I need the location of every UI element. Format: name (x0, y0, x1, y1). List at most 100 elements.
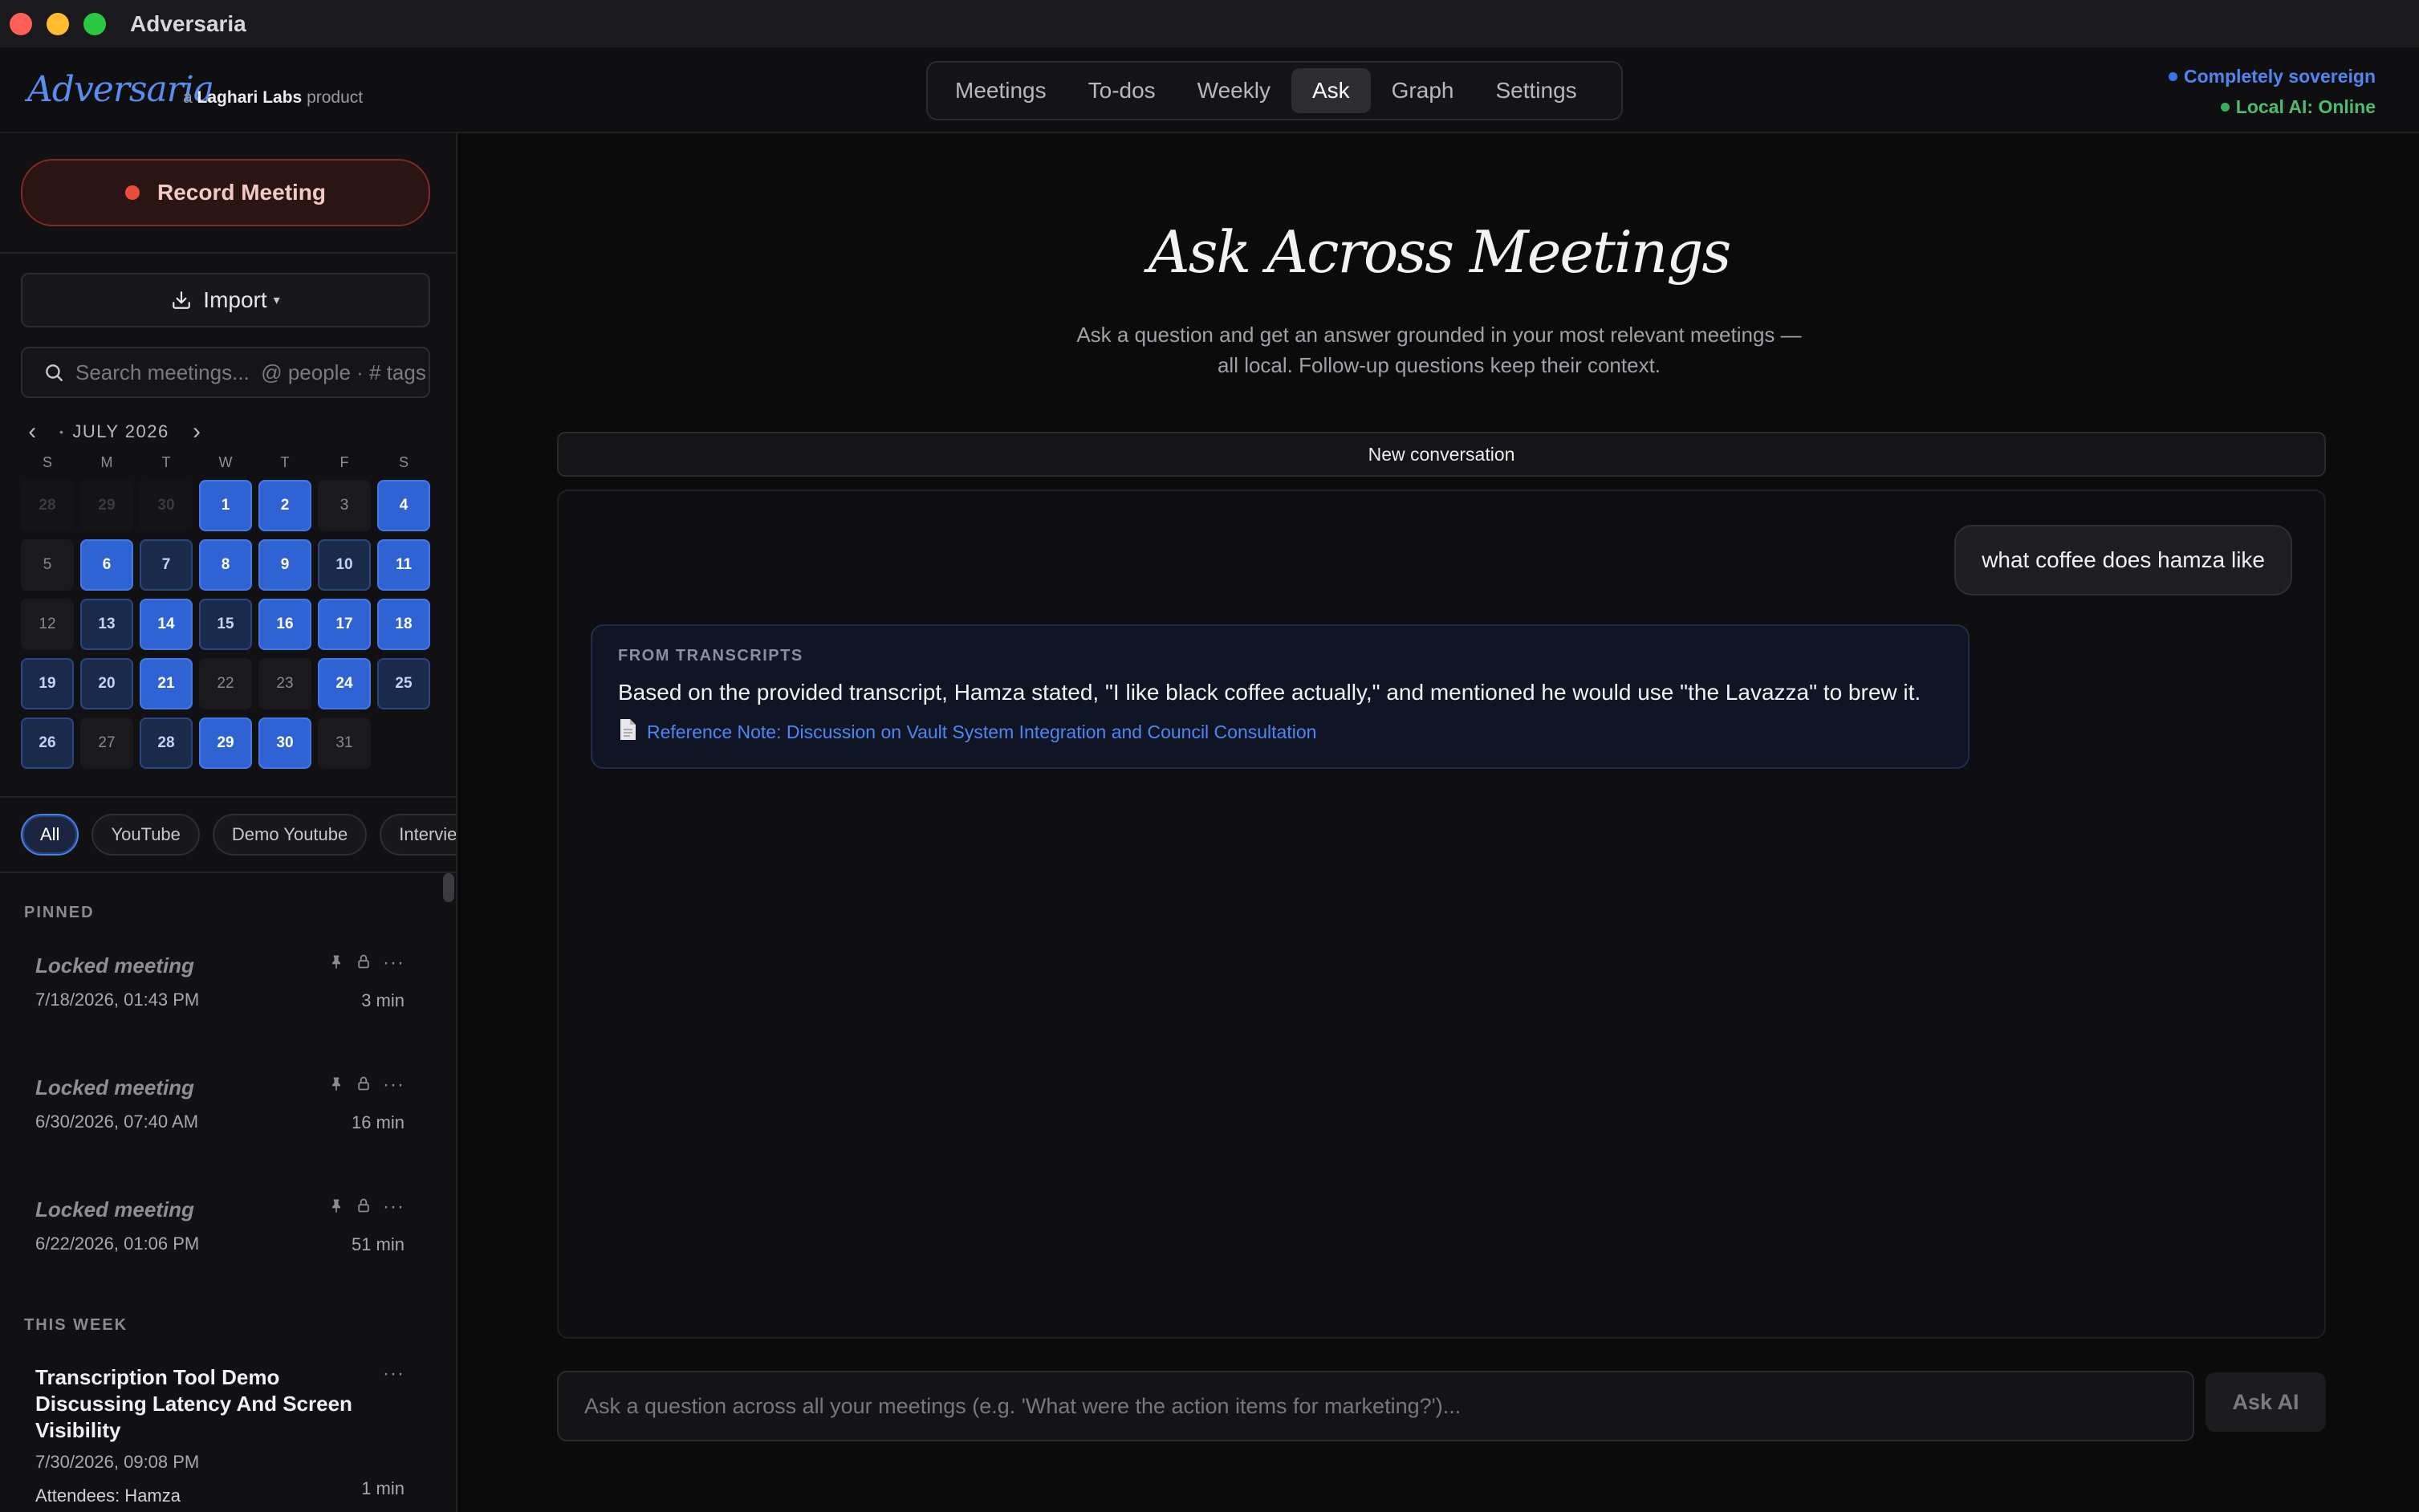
page-subtitle: Ask a question and get an answer grounde… (459, 319, 2419, 380)
search-icon (46, 364, 63, 381)
filter-chip-all[interactable]: All (21, 814, 79, 856)
calendar-day[interactable]: 25 (377, 658, 430, 709)
chevron-right-icon[interactable]: › (185, 418, 209, 445)
record-meeting-label: Record Meeting (157, 180, 327, 205)
calendar-day[interactable]: 10 (318, 539, 371, 591)
calendar-day[interactable]: 9 (258, 539, 311, 591)
calendar-day[interactable]: 16 (258, 599, 311, 650)
list-item[interactable]: Locked meeting ··· 6/30/2026, 07:40 AM 1… (35, 1074, 405, 1132)
document-icon (618, 718, 637, 746)
meeting-duration: 3 min (361, 990, 405, 1010)
user-message-bubble: what coffee does hamza like (1954, 525, 2292, 595)
more-options-icon[interactable]: ··· (383, 1363, 405, 1385)
calendar-day[interactable]: 17 (318, 599, 371, 650)
meeting-actions: ··· (317, 1074, 405, 1096)
weekday-label: F (339, 454, 349, 470)
calendar-day[interactable]: 11 (377, 539, 430, 591)
record-meeting-button[interactable]: Record Meeting (21, 159, 430, 226)
dot-icon: • (59, 425, 65, 438)
calendar-day[interactable]: 31 (318, 717, 371, 769)
status-dot-icon (2168, 72, 2177, 81)
calendar-day[interactable]: 23 (258, 658, 311, 709)
tab-todos[interactable]: To-dos (1067, 68, 1177, 113)
search-input[interactable] (75, 360, 429, 385)
calendar-day[interactable]: 28 (140, 717, 193, 769)
calendar-day[interactable]: 2 (258, 480, 311, 531)
close-window-button[interactable] (10, 13, 32, 35)
calendar-day[interactable]: 6 (80, 539, 133, 591)
calendar-day[interactable]: 20 (80, 658, 133, 709)
reference-link[interactable]: Reference Note: Discussion on Vault Syst… (618, 718, 1942, 746)
meeting-duration: 16 min (351, 1112, 405, 1132)
calendar-day[interactable]: 22 (199, 658, 252, 709)
calendar-day[interactable]: 30 (258, 717, 311, 769)
sovereign-status: Completely sovereign (2168, 66, 2376, 87)
calendar-day[interactable]: 28 (21, 480, 74, 531)
divider (0, 796, 456, 798)
calendar-day[interactable]: 3 (318, 480, 371, 531)
filter-chip-youtube[interactable]: YouTube (91, 814, 200, 856)
pin-icon[interactable] (328, 1197, 344, 1218)
sovereign-status-label: Completely sovereign (2183, 66, 2376, 87)
tab-ask[interactable]: Ask (1291, 68, 1371, 113)
weekday-label: M (100, 454, 113, 470)
calendar-day[interactable]: 1 (199, 480, 252, 531)
ask-question-input[interactable] (557, 1371, 2194, 1441)
tab-graph[interactable]: Graph (1371, 68, 1475, 113)
calendar-day[interactable]: 30 (140, 480, 193, 531)
brand-company: Laghari Labs (197, 88, 303, 107)
brand-tagline: a Laghari Labs product (183, 88, 363, 108)
meeting-duration: 51 min (351, 1234, 405, 1254)
main-nav: Meetings To-dos Weekly Ask Graph Setting… (926, 61, 1623, 120)
meeting-title: Transcription Tool Demo Discussing Laten… (35, 1365, 352, 1442)
ask-panel: Ask Across Meetings Ask a question and g… (459, 133, 2419, 1512)
calendar-day[interactable]: 12 (21, 599, 74, 650)
list-item[interactable]: Locked meeting ··· 6/22/2026, 01:06 PM 5… (35, 1196, 405, 1254)
search-box[interactable] (21, 347, 430, 398)
pinned-section-label: PINNED (24, 904, 95, 921)
more-options-icon[interactable]: ··· (383, 1074, 405, 1096)
tab-settings[interactable]: Settings (1474, 68, 1597, 113)
calendar-day[interactable]: 18 (377, 599, 430, 650)
brand-prefix: a (183, 88, 193, 107)
weekday-label: S (42, 454, 52, 470)
new-conversation-button[interactable]: New conversation (557, 432, 2326, 477)
calendar-day[interactable]: 7 (140, 539, 193, 591)
filter-chips: All YouTube Demo Youtube Interviews (21, 814, 456, 856)
chevron-left-icon[interactable]: ‹ (21, 418, 45, 445)
calendar-day[interactable]: 14 (140, 599, 193, 650)
list-item[interactable]: Transcription Tool Demo Discussing Laten… (35, 1363, 405, 1506)
calendar-day[interactable]: 21 (140, 658, 193, 709)
calendar-day[interactable]: 29 (199, 717, 252, 769)
pin-icon[interactable] (328, 953, 344, 974)
app-header: Adversaria a Laghari Labs product Meetin… (0, 48, 2419, 133)
minimize-window-button[interactable] (47, 13, 69, 35)
calendar-day[interactable]: 8 (199, 539, 252, 591)
calendar-day[interactable]: 27 (80, 717, 133, 769)
weekday-label: S (398, 454, 409, 470)
ask-ai-button[interactable]: Ask AI (2206, 1372, 2326, 1432)
download-icon (173, 291, 191, 309)
calendar-day[interactable]: 4 (377, 480, 430, 531)
more-options-icon[interactable]: ··· (383, 1196, 405, 1218)
calendar-day[interactable]: 24 (318, 658, 371, 709)
sidebar-scrollbar[interactable] (443, 873, 454, 902)
calendar-day[interactable]: 26 (21, 717, 74, 769)
filter-chip-interviews[interactable]: Interviews (380, 814, 456, 856)
calendar-day[interactable]: 29 (80, 480, 133, 531)
list-item[interactable]: Locked meeting ··· 7/18/2026, 01:43 PM 3… (35, 952, 405, 1010)
pin-icon[interactable] (328, 1075, 344, 1096)
more-options-icon[interactable]: ··· (383, 952, 405, 974)
tab-meetings[interactable]: Meetings (934, 68, 1067, 113)
meeting-date: 7/30/2026, 09:08 PM (35, 1452, 200, 1472)
filter-chip-demo-youtube[interactable]: Demo Youtube (212, 814, 368, 856)
calendar-day[interactable]: 5 (21, 539, 74, 591)
calendar-day[interactable]: 13 (80, 599, 133, 650)
zoom-window-button[interactable] (83, 13, 106, 35)
weekday-label: W (218, 454, 233, 470)
tab-weekly[interactable]: Weekly (1177, 68, 1291, 113)
calendar-day[interactable]: 19 (21, 658, 74, 709)
calendar-day[interactable]: 15 (199, 599, 252, 650)
window-titlebar: Adversaria (0, 0, 2419, 48)
import-button[interactable]: Import ▾ (21, 273, 430, 327)
